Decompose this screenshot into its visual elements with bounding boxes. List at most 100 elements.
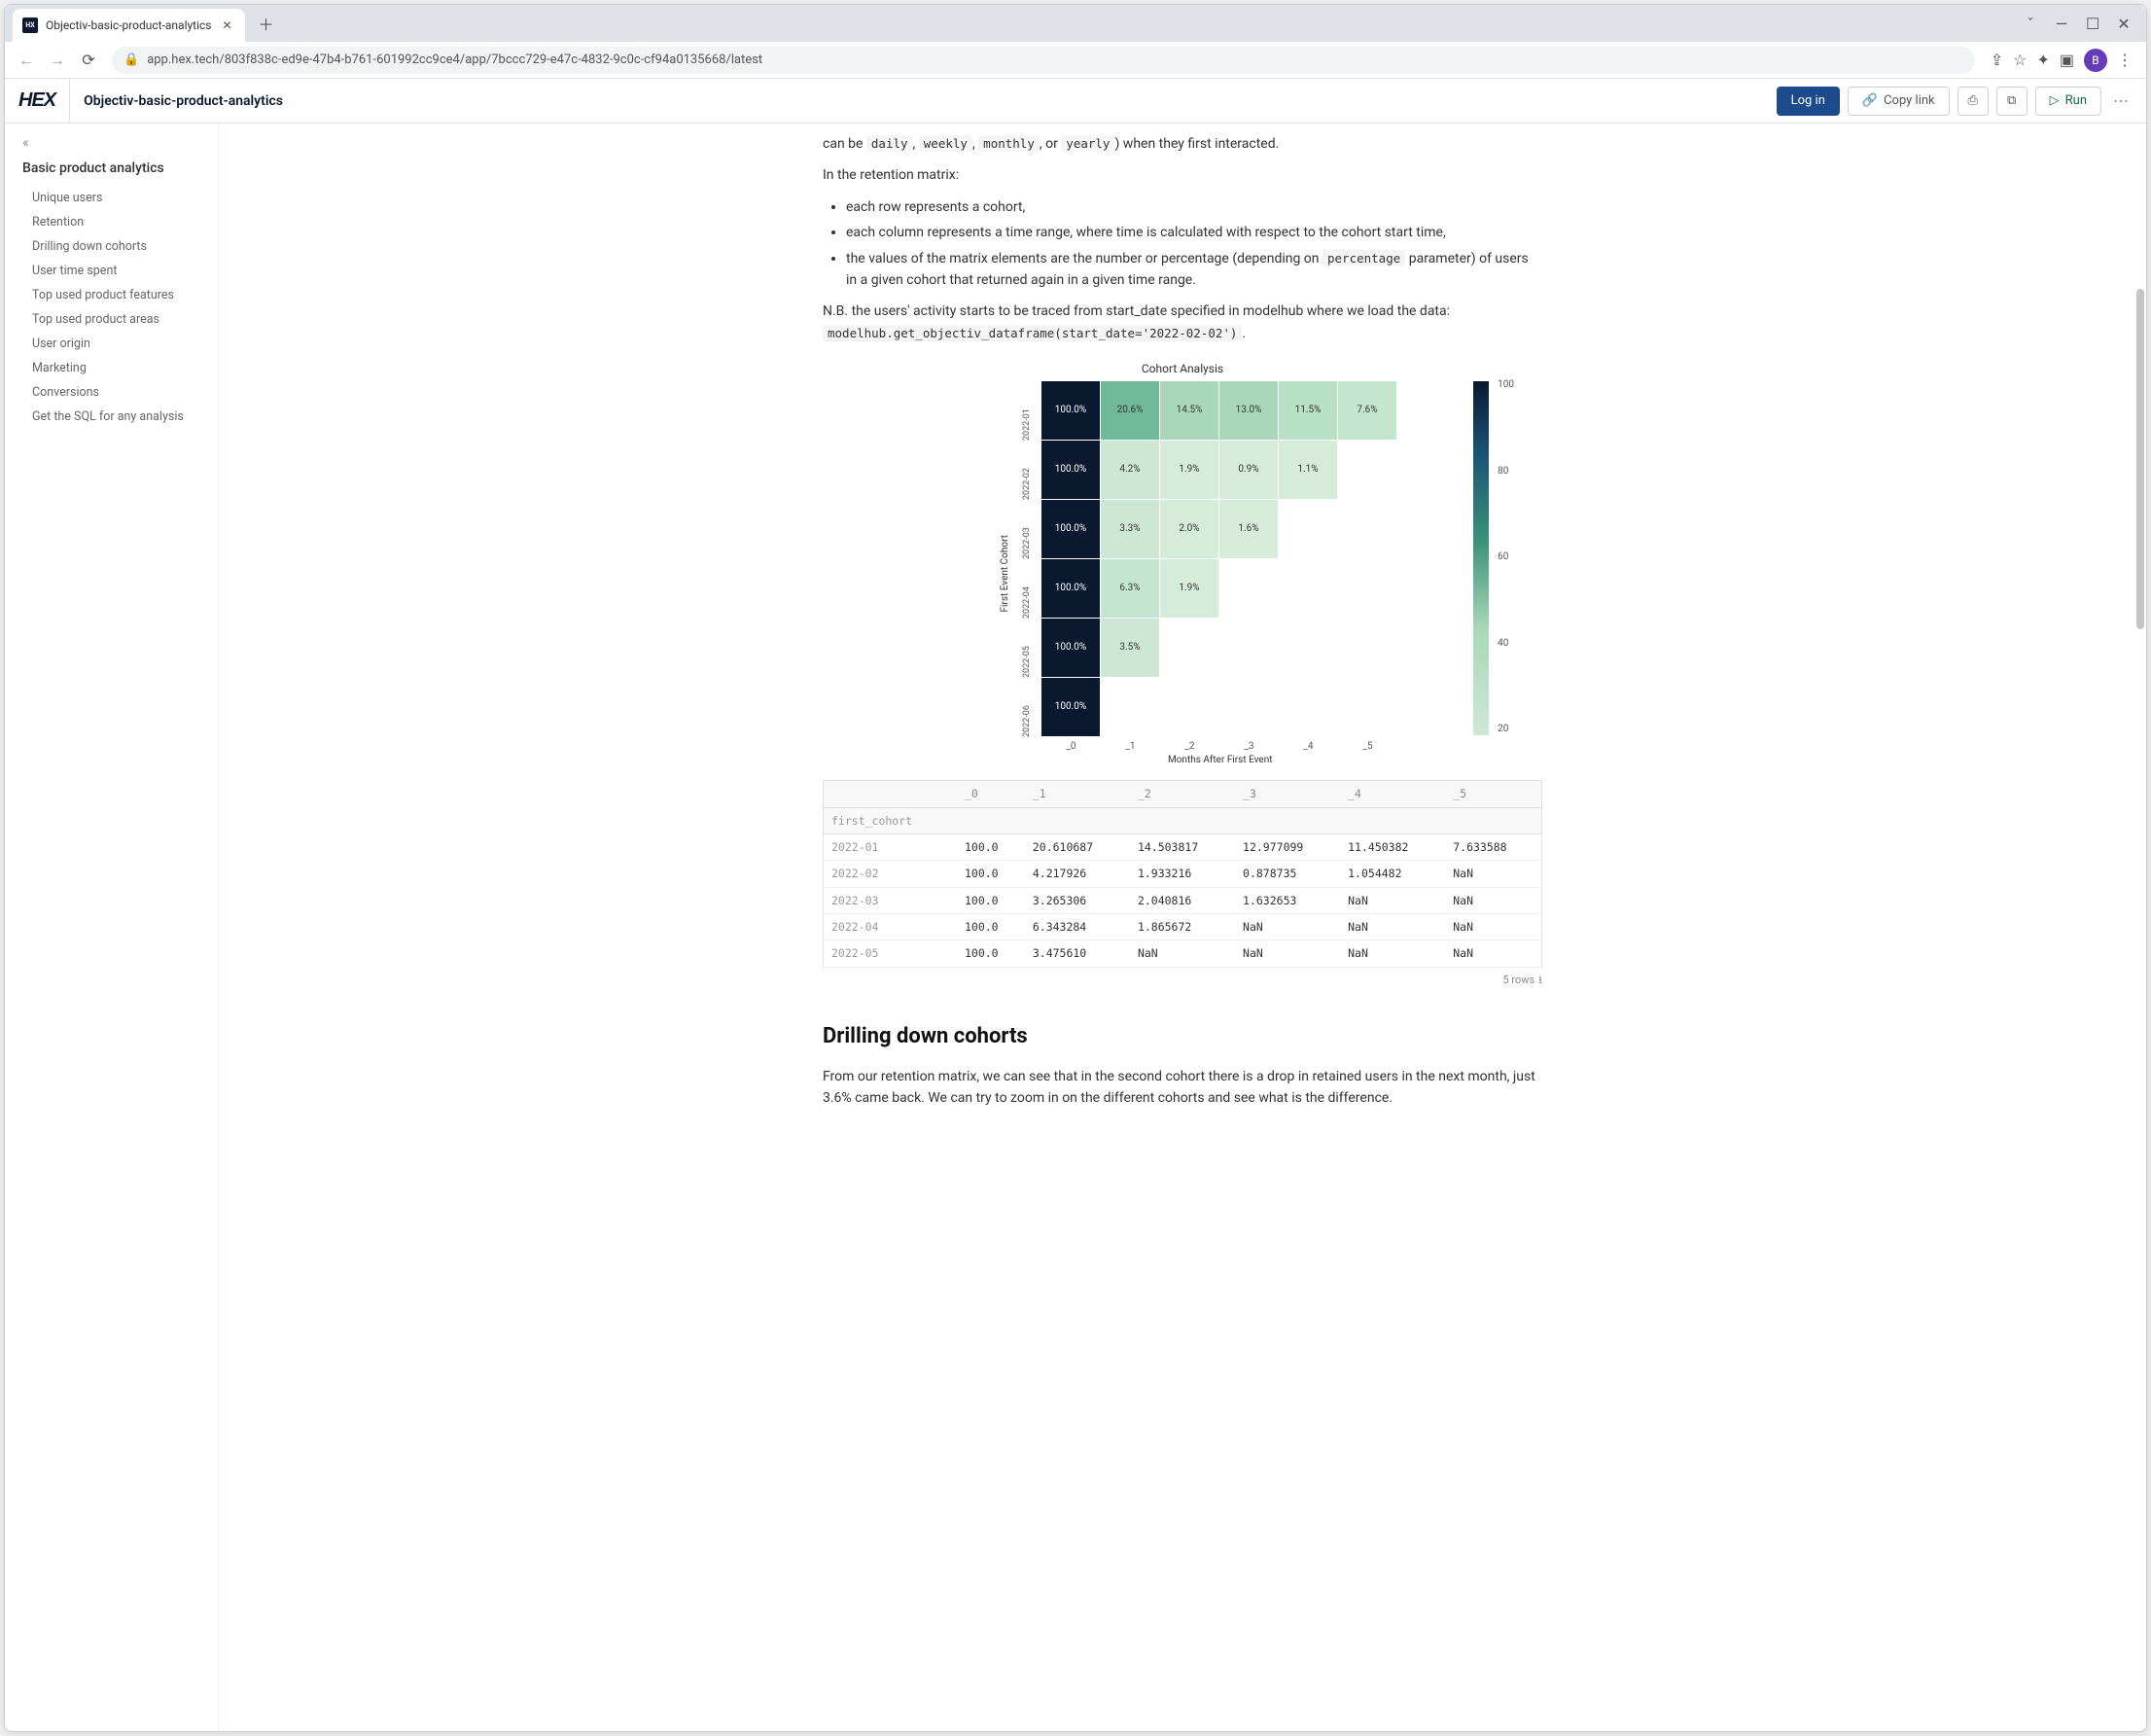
intro-paragraph: can be daily, weekly, monthly, or yearly… [823, 133, 1542, 155]
code-weekly: weekly [919, 135, 972, 152]
column-header: _2 [1130, 781, 1235, 807]
project-title: Objectiv-basic-product-analytics [84, 93, 283, 109]
hex-logo[interactable]: HEX [18, 79, 70, 123]
column-header: _3 [1235, 781, 1340, 807]
cohort-heatmap: Cohort Analysis First Event Cohort 2022-… [905, 360, 1460, 768]
heatmap-cell [1279, 619, 1337, 677]
text: the values of the matrix elements are th… [846, 251, 1322, 266]
row-label: 2022-06 [1020, 678, 1034, 737]
heatmap-cell: 100.0% [1041, 441, 1100, 499]
heatmap-cell [1338, 441, 1396, 499]
browser-menu-icon[interactable]: ⋮ [2117, 51, 2133, 69]
text: can be [823, 136, 866, 152]
table-footer: 5 rows ⭳ [823, 972, 1542, 989]
heatmap-cell [1338, 678, 1396, 736]
run-button[interactable]: ▷ Run [2035, 87, 2101, 116]
heatmap-cell: 14.5% [1160, 381, 1218, 440]
heatmap-cell: 1.1% [1279, 441, 1337, 499]
extensions-icon[interactable]: ✦ [2036, 51, 2049, 69]
heatmap-cell [1338, 559, 1396, 618]
heatmap-cell: 100.0% [1041, 678, 1100, 736]
embed-icon-button[interactable]: ⧉ [1996, 87, 2028, 116]
heatmap-cell: 20.6% [1101, 381, 1159, 440]
download-icon[interactable]: ⭳ [1538, 972, 1542, 989]
column-header: _1 [1025, 781, 1130, 807]
heatmap-cell [1219, 559, 1278, 618]
new-tab-button[interactable]: ＋ [253, 10, 280, 37]
sidebar-item[interactable]: Marketing [22, 356, 218, 380]
export-icon-button[interactable]: ⎙ [1957, 87, 1989, 116]
row-label: 2022-03 [1020, 500, 1034, 559]
back-button[interactable]: ← [13, 47, 40, 74]
close-window-icon[interactable]: ✕ [2117, 15, 2131, 33]
content-scroll-area[interactable]: can be daily, weekly, monthly, or yearly… [219, 124, 2146, 1731]
maximize-icon[interactable]: ☐ [2086, 15, 2099, 33]
browser-tab[interactable]: HX Objectiv-basic-product-analytics ✕ [13, 9, 245, 42]
login-button[interactable]: Log in [1777, 87, 1840, 116]
forward-button[interactable]: → [44, 47, 71, 74]
row-label: 2022-05 [1020, 619, 1034, 678]
sidebar-item[interactable]: Conversions [22, 380, 218, 405]
window-dropdown-icon[interactable]: ˇ [2024, 15, 2037, 33]
heatmap-cell [1219, 619, 1278, 677]
colorbar-tick: 100 [1498, 377, 1514, 393]
window-controls: ˇ — ☐ ✕ [2008, 15, 2146, 33]
sidebar-item[interactable]: User origin [22, 332, 218, 356]
matrix-bullet-list: each row represents a cohort, each colum… [823, 196, 1542, 292]
column-header: _4 [1340, 781, 1445, 807]
text: , or [1040, 136, 1061, 152]
row-label: 2022-01 [1020, 381, 1034, 441]
minimize-icon[interactable]: — [2055, 15, 2068, 33]
list-item: the values of the matrix elements are th… [846, 248, 1542, 292]
sidebar-item[interactable]: User time spent [22, 259, 218, 283]
heatmap-cell: 2.0% [1160, 500, 1218, 558]
reload-button[interactable]: ⟳ [75, 47, 102, 74]
share-icon[interactable]: ⇪ [1991, 51, 2003, 69]
heatmap-cell: 1.9% [1160, 559, 1218, 618]
row-label: 2022-04 [1020, 559, 1034, 619]
colorbar-tick: 20 [1498, 722, 1514, 737]
text: N.B. the users' activity starts to be tr… [823, 303, 1450, 319]
list-item: each column represents a time range, whe… [846, 222, 1542, 243]
more-menu-icon[interactable]: ⋯ [2109, 91, 2133, 110]
code-yearly: yearly [1061, 135, 1114, 152]
column-header: _0 [957, 781, 1025, 807]
collapse-sidebar-button[interactable]: « [22, 135, 218, 151]
heatmap-cell [1101, 678, 1159, 736]
profile-avatar[interactable]: B [2084, 49, 2107, 72]
sidebar-item[interactable]: Get the SQL for any analysis [22, 405, 218, 429]
heatmap-cell [1279, 678, 1337, 736]
table-row: 2022-03100.03.2653062.0408161.632653NaNN… [824, 887, 1542, 913]
heatmap-cell: 3.3% [1101, 500, 1159, 558]
heatmap-cell: 100.0% [1041, 559, 1100, 618]
colorbar [1473, 381, 1489, 735]
heatmap-cell: 100.0% [1041, 500, 1100, 558]
heatmap-cell [1338, 619, 1396, 677]
close-icon[interactable]: ✕ [220, 18, 235, 33]
heatmap-cell: 13.0% [1219, 381, 1278, 440]
heatmap-cell: 0.9% [1219, 441, 1278, 499]
text: . [1242, 326, 1246, 341]
sidebar-title[interactable]: Basic product analytics [22, 160, 218, 176]
copy-link-button[interactable]: 🔗 Copy link [1848, 87, 1950, 116]
scrollbar[interactable] [2136, 124, 2144, 1731]
heatmap-cell: 3.5% [1101, 619, 1159, 677]
row-label: 2022-02 [1020, 441, 1034, 500]
sidebar-item[interactable]: Top used product areas [22, 307, 218, 332]
sidebar-item[interactable]: Drilling down cohorts [22, 234, 218, 259]
sidepanel-icon[interactable]: ▣ [2060, 51, 2074, 69]
heatmap-cell: 11.5% [1279, 381, 1337, 440]
sidebar-item[interactable]: Unique users [22, 186, 218, 210]
bookmark-icon[interactable]: ☆ [2013, 51, 2027, 69]
address-bar: ← → ⟳ 🔒 app.hex.tech/803f838c-ed9e-47b4-… [5, 42, 2146, 79]
column-header: _5 [1445, 781, 1541, 807]
url-input[interactable]: 🔒 app.hex.tech/803f838c-ed9e-47b4-b761-6… [112, 47, 1975, 74]
browser-tab-strip: HX Objectiv-basic-product-analytics ✕ ＋ … [5, 5, 2146, 42]
heatmap-cell [1338, 500, 1396, 558]
heatmap-cell: 4.2% [1101, 441, 1159, 499]
sidebar-item[interactable]: Top used product features [22, 283, 218, 307]
sidebar-item[interactable]: Retention [22, 210, 218, 234]
code-daily: daily [866, 135, 913, 152]
code-percentage: percentage [1322, 250, 1405, 266]
heatmap-cell [1219, 678, 1278, 736]
